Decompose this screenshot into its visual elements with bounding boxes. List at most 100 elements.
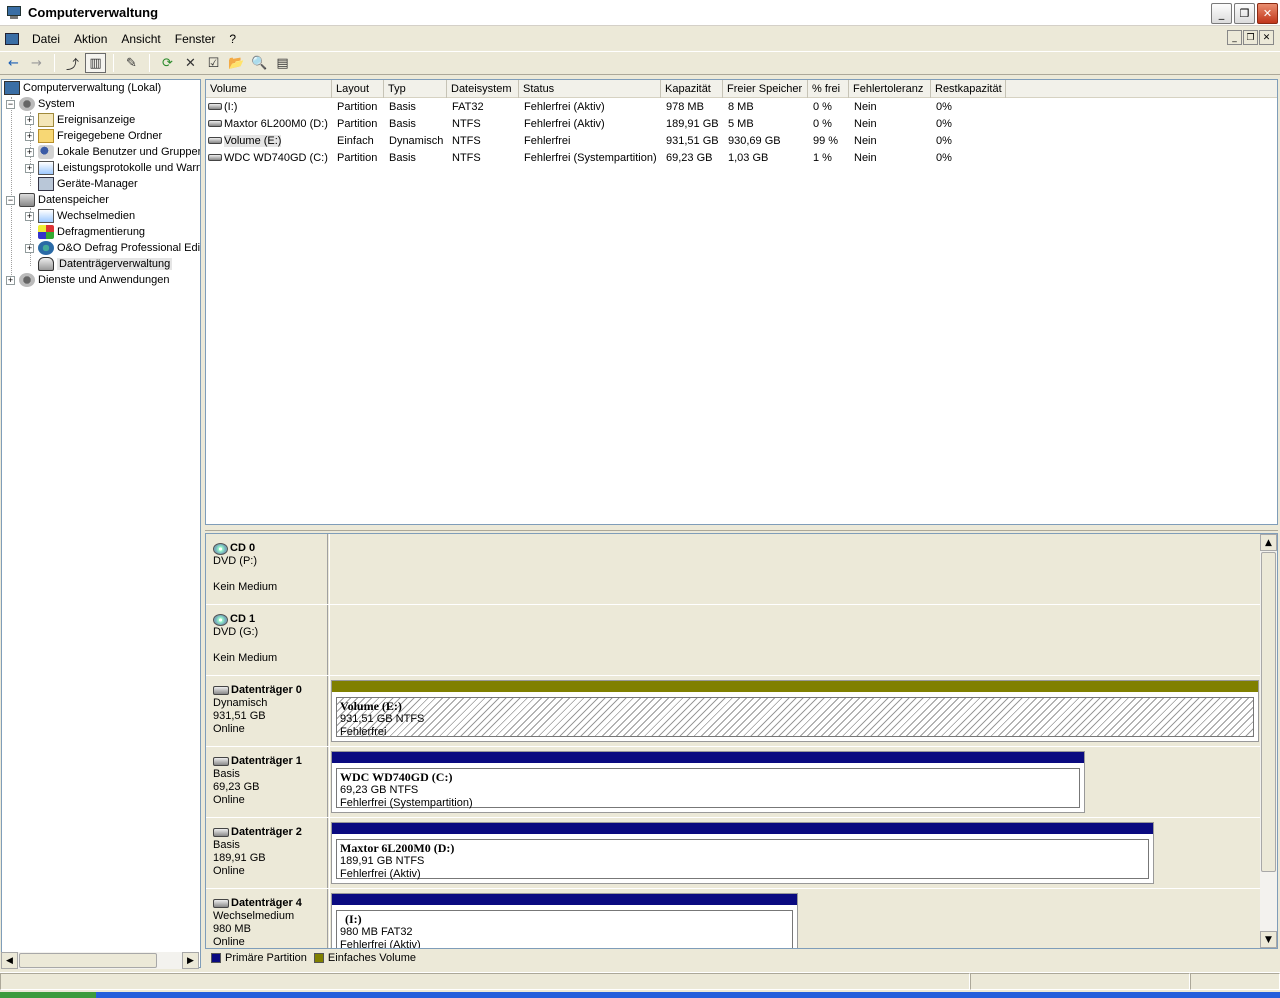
column-header-prozent-frei[interactable]: % frei [808, 80, 849, 98]
scroll-right-button[interactable]: ▶ [182, 952, 199, 969]
cell-kapazitaet: 978 MB [666, 100, 704, 113]
tree-label: Datenträgerverwaltung [57, 258, 173, 270]
tree-horizontal-scrollbar[interactable]: ◀ ▶ [1, 952, 199, 969]
partition-d[interactable]: Maxtor 6L200M0 (D:) 189,91 GB NTFS Fehle… [331, 822, 1154, 884]
scroll-left-button[interactable]: ◀ [1, 952, 18, 969]
table-row[interactable]: (I:) Partition Basis FAT32 Fehlerfrei (A… [206, 98, 1006, 115]
tree-item-dienste[interactable]: + Dienste und Anwendungen [6, 272, 170, 288]
tree-item-lokale-benutzer[interactable]: + Lokale Benutzer und Gruppen [25, 144, 200, 160]
column-header-volume[interactable]: Volume [206, 80, 332, 98]
disk-row-cd0[interactable]: CD 0 DVD (P:) Kein Medium [206, 534, 1261, 605]
legend-label: Primäre Partition [225, 952, 307, 964]
scroll-track[interactable] [157, 952, 182, 969]
tree-item-geraete-manager[interactable]: Geräte-Manager [38, 176, 138, 192]
expand-icon[interactable]: + [25, 243, 34, 253]
scroll-up-button[interactable]: ▲ [1260, 534, 1277, 551]
table-row[interactable]: Volume (E:) Einfach Dynamisch NTFS Fehle… [206, 132, 1006, 149]
open-folder-icon[interactable]: 📂 [226, 53, 247, 73]
collapse-icon[interactable]: − [6, 195, 15, 205]
menu-ansicht[interactable]: Ansicht [114, 32, 167, 46]
cell-layout: Einfach [337, 134, 374, 147]
expand-icon[interactable]: + [25, 131, 34, 141]
window-menu-icon[interactable] [5, 33, 19, 45]
properties-sheet-icon[interactable]: ☑ [203, 53, 224, 73]
disk-row-cd1[interactable]: CD 1 DVD (G:) Kein Medium [206, 605, 1261, 676]
tree-item-datentraegerverwaltung[interactable]: Datenträgerverwaltung [38, 256, 173, 272]
mdi-minimize-button[interactable]: _ [1227, 30, 1242, 45]
expand-icon[interactable]: + [25, 163, 34, 173]
pane-splitter[interactable] [205, 525, 1278, 531]
disk-row-datentraeger-0[interactable]: Datenträger 0 Dynamisch 931,51 GB Online… [206, 676, 1261, 747]
tree-item-datenspeicher[interactable]: − Datenspeicher [6, 192, 109, 208]
column-header-layout[interactable]: Layout [332, 80, 384, 98]
oo-defrag-icon [38, 241, 54, 255]
partition-c[interactable]: WDC WD740GD (C:) 69,23 GB NTFS Fehlerfre… [331, 751, 1085, 813]
column-header-typ[interactable]: Typ [384, 80, 447, 98]
menu-datei[interactable]: Datei [25, 32, 67, 46]
disk-view-vertical-scrollbar[interactable]: ▲ ▼ [1260, 534, 1277, 948]
collapse-icon[interactable]: − [6, 99, 15, 109]
show-tree-icon[interactable]: ▥ [85, 53, 106, 73]
disk-area[interactable] [329, 605, 1261, 675]
tree-item-wechselmedien[interactable]: + Wechselmedien [25, 208, 135, 224]
disk-info: Datenträger 2 Basis 189,91 GB Online [206, 818, 328, 888]
scroll-thumb[interactable] [1261, 552, 1276, 872]
cell-kapazitaet: 69,23 GB [666, 151, 713, 164]
menu-fenster[interactable]: Fenster [168, 32, 223, 46]
forward-arrow-icon[interactable]: → [26, 53, 47, 73]
cell-layout: Partition [337, 100, 378, 113]
expand-icon[interactable]: + [25, 211, 34, 221]
storage-icon [19, 193, 35, 207]
column-header-restkapazitaet[interactable]: Restkapazität [931, 80, 1006, 98]
cell-fehlertoleranz: Nein [854, 117, 877, 130]
mdi-close-button[interactable]: ✕ [1259, 30, 1274, 45]
column-header-dateisystem[interactable]: Dateisystem [447, 80, 519, 98]
disk-row-datentraeger-2[interactable]: Datenträger 2 Basis 189,91 GB Online Max… [206, 818, 1261, 889]
disk-name: Datenträger 0 [231, 684, 302, 696]
disk-area[interactable] [329, 534, 1261, 604]
disk-properties-icon[interactable]: ▤ [272, 53, 293, 73]
column-header-status[interactable]: Status [519, 80, 661, 98]
menu-help[interactable]: ? [222, 32, 243, 46]
mdi-restore-button[interactable]: ❐ [1243, 30, 1258, 45]
properties-icon[interactable]: ✎ [121, 53, 142, 73]
search-icon[interactable]: 🔍 [249, 53, 270, 73]
column-header-freier-speicher[interactable]: Freier Speicher [723, 80, 808, 98]
partition-i[interactable]: (I:) 980 MB FAT32 Fehlerfrei (Aktiv) [331, 893, 798, 948]
cell-fehlertoleranz: Nein [854, 100, 877, 113]
disk-size: 189,91 GB [213, 852, 266, 864]
expand-icon[interactable]: + [25, 147, 34, 157]
column-header-kapazitaet[interactable]: Kapazität [661, 80, 723, 98]
disk-status: Online [213, 794, 245, 806]
tree-line [11, 97, 12, 281]
tree-item-freigegebene-ordner[interactable]: + Freigegebene Ordner [25, 128, 162, 144]
restore-button[interactable]: ❐ [1234, 3, 1255, 24]
partition-volume-e[interactable]: Volume (E:) 931,51 GB NTFS Fehlerfrei [331, 680, 1259, 742]
tree-item-root[interactable]: Computerverwaltung (Lokal) [4, 80, 161, 96]
back-arrow-icon[interactable]: ← [3, 53, 24, 73]
partition-title: WDC WD740GD (C:) [340, 770, 453, 784]
start-button[interactable] [0, 992, 96, 998]
tree-item-leistungsprotokolle[interactable]: + Leistungsprotokolle und Warnungen [25, 160, 200, 176]
disk-row-datentraeger-1[interactable]: Datenträger 1 Basis 69,23 GB Online WDC … [206, 747, 1261, 818]
tree-item-defragmentierung[interactable]: Defragmentierung [38, 224, 145, 240]
disk-row-datentraeger-4[interactable]: Datenträger 4 Wechselmedium 980 MB Onlin… [206, 889, 1261, 948]
table-row[interactable]: Maxtor 6L200M0 (D:) Partition Basis NTFS… [206, 115, 1006, 132]
disk-name: CD 0 [230, 542, 256, 554]
expand-icon[interactable]: + [6, 275, 15, 285]
up-folder-icon[interactable]: ⤴ [62, 53, 83, 73]
scroll-down-button[interactable]: ▼ [1260, 931, 1277, 948]
column-header-fehlertoleranz[interactable]: Fehlertoleranz [849, 80, 931, 98]
tree-item-system[interactable]: − System [6, 96, 75, 112]
expand-icon[interactable]: + [25, 115, 34, 125]
menu-aktion[interactable]: Aktion [67, 32, 114, 46]
removable-storage-icon [38, 209, 54, 223]
close-button[interactable]: ✕ [1257, 3, 1278, 24]
table-row[interactable]: WDC WD740GD (C:) Partition Basis NTFS Fe… [206, 149, 1006, 166]
tree-item-ereignisanzeige[interactable]: + Ereignisanzeige [25, 112, 135, 128]
tree-item-oo-defrag[interactable]: + O&O Defrag Professional Edition [25, 240, 200, 256]
refresh-icon[interactable]: ⟳ [157, 53, 178, 73]
minimize-button[interactable]: _ [1211, 3, 1232, 24]
delete-icon[interactable]: ✕ [180, 53, 201, 73]
scroll-thumb[interactable] [19, 953, 157, 968]
